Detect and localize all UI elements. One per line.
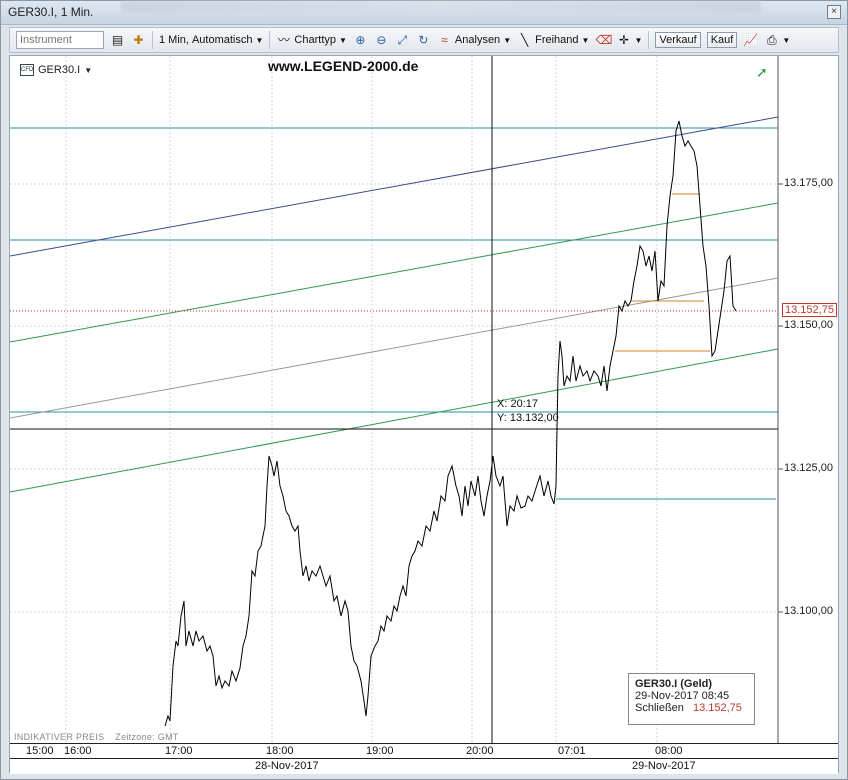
analysen-dropdown[interactable]: ≈ Analysen ▼ xyxy=(437,33,511,48)
separator xyxy=(648,31,650,49)
trend-up-icon: ➚ xyxy=(756,64,768,80)
channel-center-line xyxy=(10,277,779,419)
x-tick-label: 16:00 xyxy=(64,745,92,757)
blurred-menu-strip xyxy=(121,1,761,13)
x-tick-label: 17:00 xyxy=(165,745,193,757)
zoom-in-icon[interactable]: ⊕ xyxy=(353,33,368,48)
y-tick-label: 13.125,00 xyxy=(784,462,833,474)
freihand-dropdown[interactable]: ╲ Freihand ▼ xyxy=(517,33,589,48)
x-tick-label: 07:01 xyxy=(558,745,586,757)
window-title: GER30.I, 1 Min. xyxy=(8,5,94,19)
crosshair-x-label: X: 20:17 xyxy=(497,398,538,410)
x-tick-label: 08:00 xyxy=(655,745,683,757)
chart-toolbar: ▤ ✚ 1 Min, Automatisch ▼ 〰 Charttyp ▼ ⊕ … xyxy=(9,27,839,53)
infobox-close-label: Schließen xyxy=(635,702,684,714)
y-tick-label: 13.150,00 xyxy=(784,319,833,331)
separator xyxy=(152,31,153,49)
y-tick-label: 13.100,00 xyxy=(784,605,833,617)
interval-label: 1 Min, xyxy=(159,34,189,46)
channel-mid-line xyxy=(10,202,779,343)
instrument-input[interactable] xyxy=(16,31,104,49)
channel-upper-line xyxy=(10,116,779,257)
chevron-down-icon: ▼ xyxy=(339,35,347,45)
kauf-button[interactable]: Kauf xyxy=(706,32,738,48)
instrument-list-icon[interactable]: ▤ xyxy=(110,33,125,48)
x-tick-label: 15:00 xyxy=(26,745,54,757)
close-icon[interactable]: × xyxy=(827,5,841,19)
date-label: 29-Nov-2017 xyxy=(632,760,696,772)
chevron-down-icon: ▼ xyxy=(503,35,512,45)
title-bar: GER30.I, 1 Min. × xyxy=(1,1,847,25)
refresh-icon[interactable]: ↻ xyxy=(416,33,431,48)
symbol-label: GER30.I xyxy=(38,64,81,76)
current-price-badge: 13.152,75 xyxy=(782,303,837,317)
zoom-out-icon[interactable]: ⊖ xyxy=(374,33,389,48)
charttyp-dropdown[interactable]: 〰 Charttyp ▼ xyxy=(276,33,347,48)
infobox-title: GER30.I (Geld) xyxy=(635,678,713,690)
add-indicator-icon[interactable]: ✚ xyxy=(131,33,146,48)
y-tick-label: 13.175,00 xyxy=(784,177,833,189)
chevron-down-icon: ▼ xyxy=(255,35,264,45)
channel-lower-line xyxy=(10,348,779,493)
print-icon: ⎙ xyxy=(767,32,777,47)
separator xyxy=(269,31,271,49)
charttyp-label: Charttyp xyxy=(294,34,336,46)
infobox-close-value: 13.152,75 xyxy=(692,702,742,714)
price-infobox: GER30.I (Geld) 29-Nov-2017 08:45 Schließ… xyxy=(628,673,755,725)
chart-svg xyxy=(10,56,783,744)
analysis-icon: ≈ xyxy=(441,32,448,47)
chevron-down-icon: ▼ xyxy=(581,35,590,45)
date-label: 28-Nov-2017 xyxy=(255,760,319,772)
chevron-down-icon: ▼ xyxy=(84,65,93,75)
x-tick-label: 18:00 xyxy=(266,745,294,757)
eraser-icon[interactable]: ⌫ xyxy=(595,33,612,48)
x-axis-date-row: 28-Nov-2017 29-Nov-2017 xyxy=(10,758,838,774)
symbol-selector[interactable]: CFD GER30.I ▼ xyxy=(20,64,92,76)
infobox-datetime: 29-Nov-2017 08:45 xyxy=(635,690,730,702)
indikativ-text: INDIKATIVER PREIS xyxy=(14,732,105,742)
chevron-down-icon: ▼ xyxy=(634,35,643,45)
print-dropdown[interactable]: ⎙ ▼ xyxy=(764,33,790,48)
watermark-text: www.LEGEND-2000.de xyxy=(268,58,419,74)
line-chart-icon: 〰 xyxy=(277,32,290,47)
chart-window: GER30.I, 1 Min. × ▤ ✚ 1 Min, Automatisch… xyxy=(0,0,848,780)
crosshair-dropdown[interactable]: ✛ ▼ xyxy=(616,33,642,48)
indikativ-label: INDIKATIVER PREIS Zeitzone: GMT xyxy=(14,732,179,742)
cfd-icon: CFD xyxy=(20,64,34,76)
x-axis-time-row: 15:00 16:00 17:00 18:00 19:00 20:00 07:0… xyxy=(10,743,838,759)
x-tick-label: 19:00 xyxy=(366,745,394,757)
x-tick-label: 20:00 xyxy=(466,745,494,757)
price-line xyxy=(164,120,737,727)
chart-settings-icon[interactable]: 📈 xyxy=(743,33,758,48)
mode-label: Automatisch xyxy=(191,34,253,46)
interval-dropdown[interactable]: 1 Min, Automatisch ▼ xyxy=(159,34,263,46)
draw-line-icon: ╲ xyxy=(520,32,529,47)
crosshair-y-label: Y: 13.132,00 xyxy=(497,412,559,424)
chevron-down-icon: ▼ xyxy=(782,35,791,45)
analysen-label: Analysen xyxy=(454,34,501,46)
verkauf-button[interactable]: Verkauf xyxy=(655,32,701,48)
fit-icon[interactable]: ⤢ xyxy=(395,33,410,48)
crosshair-icon: ✛ xyxy=(618,32,629,47)
zeitzone-text: Zeitzone: GMT xyxy=(115,732,179,742)
freihand-label: Freihand xyxy=(535,34,579,46)
chart-area[interactable]: CFD GER30.I ▼ www.LEGEND-2000.de ➚ 13.17… xyxy=(9,55,839,774)
